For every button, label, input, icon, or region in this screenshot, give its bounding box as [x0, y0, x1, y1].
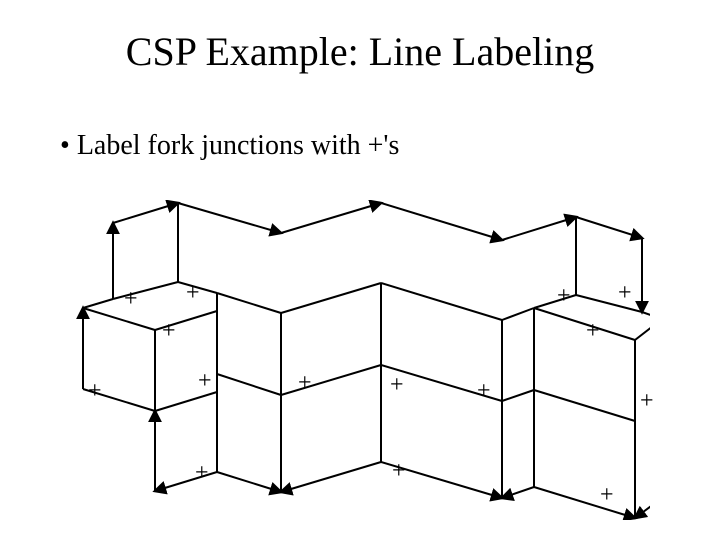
edge	[534, 487, 635, 518]
line-labeling-diagram: +++++++++++++++	[70, 200, 650, 520]
plus-label: +	[124, 286, 138, 313]
slide-title: CSP Example: Line Labeling	[0, 28, 720, 75]
edge	[281, 283, 381, 313]
edge	[381, 203, 502, 240]
edge	[502, 308, 534, 320]
edge	[217, 293, 281, 313]
edge	[642, 312, 650, 319]
edge	[635, 319, 650, 340]
edge	[576, 295, 642, 312]
edge	[281, 365, 381, 395]
edge	[502, 390, 534, 401]
plus-label: +	[88, 378, 102, 405]
diagram-svg	[70, 200, 650, 520]
edge	[83, 299, 113, 308]
plus-label: +	[477, 378, 491, 405]
edge	[281, 462, 381, 492]
edge	[502, 217, 576, 240]
bullet-text: Label fork junctions with +'s	[60, 130, 399, 162]
plus-label: +	[195, 460, 209, 487]
slide: CSP Example: Line Labeling Label fork ju…	[0, 0, 720, 540]
edge	[635, 498, 650, 518]
plus-label: +	[162, 318, 176, 345]
edge	[83, 308, 155, 330]
edge	[576, 217, 642, 238]
plus-label: +	[600, 482, 614, 509]
plus-label: +	[392, 458, 406, 485]
edge	[113, 203, 178, 223]
edge	[381, 283, 502, 320]
edge	[534, 390, 635, 421]
edge	[217, 374, 281, 395]
plus-label: +	[298, 370, 312, 397]
plus-label: +	[618, 280, 632, 307]
plus-label: +	[186, 280, 200, 307]
plus-label: +	[586, 318, 600, 345]
edge	[281, 203, 381, 233]
edge	[217, 472, 281, 492]
plus-label: +	[557, 283, 571, 310]
plus-label: +	[198, 368, 212, 395]
plus-label: +	[390, 372, 404, 399]
edge	[534, 308, 635, 340]
edge	[502, 487, 534, 498]
edge	[178, 203, 281, 233]
plus-label: +	[640, 388, 654, 415]
edge	[113, 282, 178, 299]
